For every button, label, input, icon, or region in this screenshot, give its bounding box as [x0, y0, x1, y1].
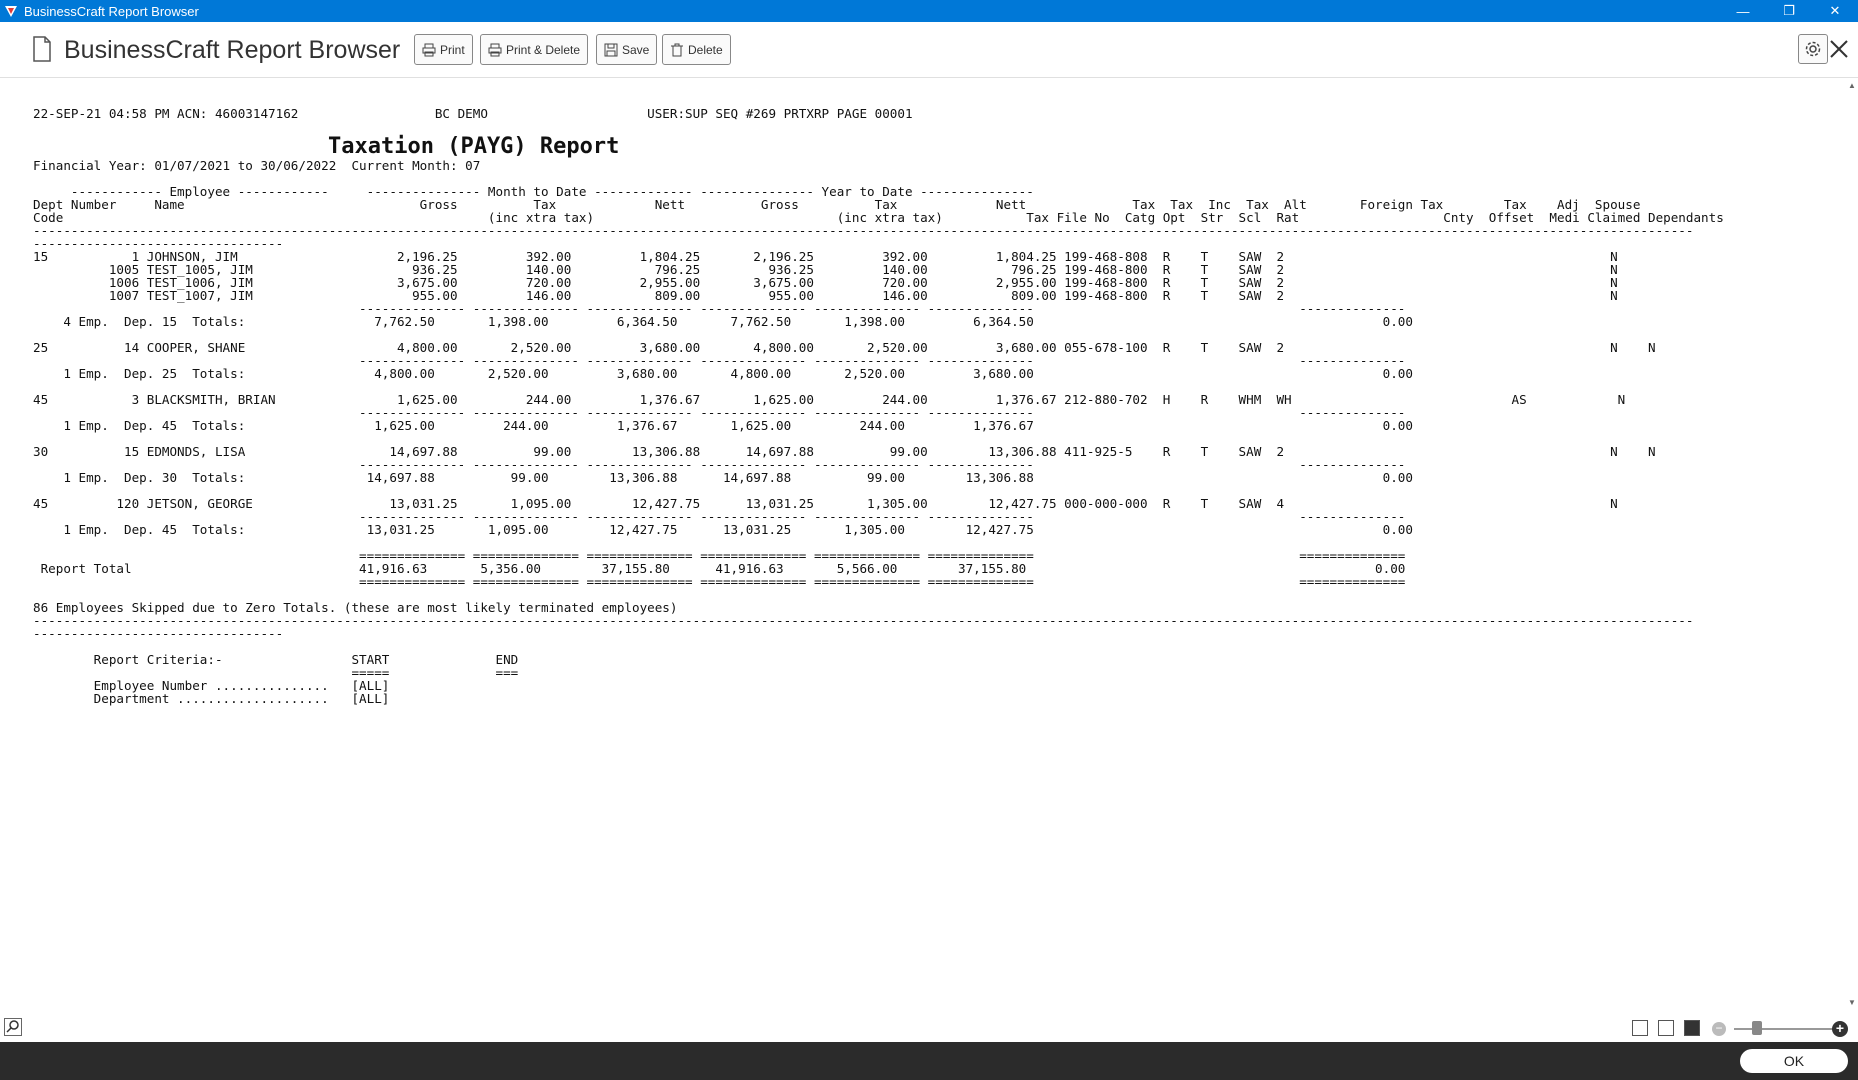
trash-icon	[671, 43, 683, 56]
report-line: 22-SEP-21 04:58 PM ACN: 46003147162 BC D…	[33, 106, 913, 121]
save-button-label: Save	[622, 42, 650, 57]
document-icon	[33, 36, 51, 62]
toolbar: BusinessCraft Report Browser Print Print…	[0, 22, 1858, 78]
report-title: Taxation (PAYG) Report	[328, 134, 620, 159]
close-report-button[interactable]	[1826, 36, 1852, 62]
two-page-view-button[interactable]	[1658, 1020, 1674, 1036]
print-button-label: Print	[440, 42, 465, 57]
report-line: 1 Emp. Dep. 45 Totals: 13,031.25 1,095.0…	[33, 522, 1413, 537]
status-strip: − +	[0, 1010, 1858, 1042]
printer-icon	[422, 43, 436, 56]
maximize-button[interactable]: ❐	[1766, 0, 1812, 22]
report-viewer[interactable]: 22-SEP-21 04:58 PM ACN: 46003147162 BC D…	[0, 79, 1846, 1009]
zoom-slider-thumb[interactable]	[1752, 1021, 1762, 1035]
scroll-down-icon[interactable]: ▼	[1848, 998, 1856, 1007]
app-logo-icon	[5, 6, 17, 17]
report-line: 1 Emp. Dep. 45 Totals: 1,625.00 244.00 1…	[33, 418, 1413, 433]
print-delete-button-label: Print & Delete	[506, 42, 581, 57]
settings-button[interactable]	[1798, 34, 1828, 64]
footer-bar: OK	[0, 1042, 1858, 1080]
page-title: BusinessCraft Report Browser	[64, 36, 401, 64]
gear-icon	[1805, 41, 1821, 57]
search-icon[interactable]	[4, 1018, 22, 1036]
save-button[interactable]: Save	[596, 34, 658, 65]
delete-button[interactable]: Delete	[662, 34, 731, 65]
print-button[interactable]: Print	[414, 34, 473, 65]
zoom-out-icon[interactable]: −	[1712, 1022, 1726, 1036]
report-line: 1 Emp. Dep. 30 Totals: 14,697.88 99.00 1…	[33, 470, 1413, 485]
report-line: Financial Year: 01/07/2021 to 30/06/2022…	[33, 158, 481, 173]
delete-button-label: Delete	[688, 42, 723, 57]
vertical-scrollbar[interactable]: ▲ ▼	[1846, 79, 1858, 1009]
single-page-view-button[interactable]	[1632, 1020, 1648, 1036]
report-line: 4 Emp. Dep. 15 Totals: 7,762.50 1,398.00…	[33, 314, 1413, 329]
window-close-button[interactable]: ✕	[1812, 0, 1858, 22]
ok-button[interactable]: OK	[1740, 1049, 1848, 1073]
scroll-up-icon[interactable]: ▲	[1848, 81, 1856, 90]
report-line: ============== ============== ==========…	[33, 574, 1406, 589]
minimize-button[interactable]: —	[1720, 0, 1766, 22]
window-title: BusinessCraft Report Browser	[24, 3, 199, 19]
report-line: ---------------------------------	[33, 626, 284, 641]
multi-page-view-button[interactable]	[1684, 1020, 1700, 1036]
report-line: 1 Emp. Dep. 25 Totals: 4,800.00 2,520.00…	[33, 366, 1413, 381]
zoom-slider-track[interactable]	[1734, 1028, 1836, 1030]
window-titlebar: BusinessCraft Report Browser — ❐ ✕	[0, 0, 1858, 22]
print-delete-button[interactable]: Print & Delete	[480, 34, 589, 65]
report-line: Department .................... [ALL]	[33, 691, 390, 706]
close-icon	[1830, 40, 1848, 58]
zoom-in-icon[interactable]: +	[1832, 1021, 1848, 1037]
report-text: 22-SEP-21 04:58 PM ACN: 46003147162 BC D…	[33, 107, 1724, 705]
floppy-disk-icon	[604, 43, 618, 56]
printer-icon	[488, 43, 502, 56]
